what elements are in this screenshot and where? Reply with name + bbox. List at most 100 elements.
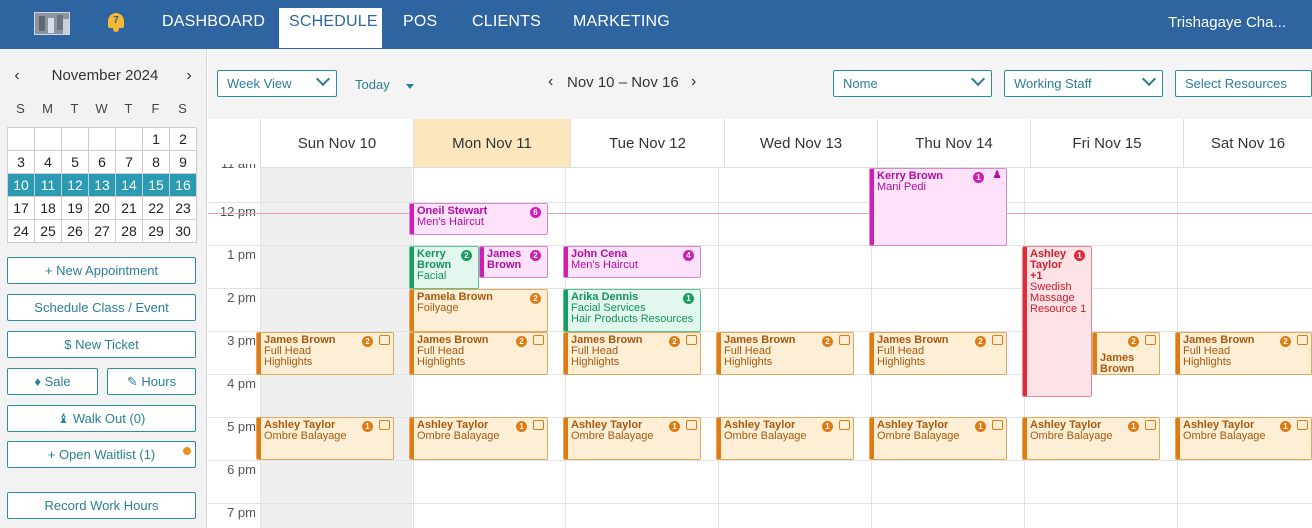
calendar-day[interactable]: 19	[62, 197, 89, 220]
business-logo[interactable]	[34, 12, 70, 35]
calendar-day[interactable]: 16	[170, 174, 197, 197]
appointment-service: Ombre Balayage	[417, 430, 500, 442]
appointment[interactable]: Ashley Taylor Ombre Balayage 1	[716, 417, 854, 460]
appointment[interactable]: Ashley Taylor Ombre Balayage 1	[256, 417, 394, 460]
staff-filter-select[interactable]: Working Staff	[1004, 70, 1163, 97]
calendar-day[interactable]: 26	[62, 220, 89, 243]
appointment[interactable]: Ashley Taylor Ombre Balayage 1	[563, 417, 701, 460]
record-work-hours-button[interactable]: Record Work Hours	[7, 492, 196, 519]
repeat-icon	[686, 420, 697, 430]
appointment[interactable]: Ashley Taylor +1 Swedish Massage Resourc…	[1022, 246, 1092, 397]
next-week-icon[interactable]: ›	[691, 73, 696, 91]
nav-marketing[interactable]: MARKETING	[563, 8, 680, 48]
day-header-fri[interactable]: Fri Nov 15	[1030, 119, 1183, 168]
day-header-sat[interactable]: Sat Nov 16	[1183, 119, 1312, 168]
hours-button[interactable]: ✎ Hours	[107, 368, 196, 395]
calendar-day[interactable]: 12	[62, 174, 89, 197]
appointment-badge: 1	[973, 172, 984, 183]
calendar-day[interactable]: 4	[35, 151, 62, 174]
today-button[interactable]: Today	[355, 77, 390, 92]
calendar-day[interactable]: 24	[8, 220, 35, 243]
appointment-service: Mani Pedi	[877, 181, 926, 193]
calendar-day[interactable]: 18	[35, 197, 62, 220]
filter-select-1[interactable]: Nome	[833, 70, 992, 97]
next-month-icon[interactable]: ›	[181, 67, 197, 85]
sale-button[interactable]: ♦ Sale	[7, 368, 98, 395]
caret-down-icon[interactable]	[406, 84, 414, 89]
notification-bell-icon[interactable]: 7	[106, 11, 126, 33]
appointment[interactable]: James Brown Full Head Highlights 2	[256, 332, 394, 375]
appointment[interactable]: James Brown Full Head Highlights 2	[1175, 332, 1312, 375]
appointment[interactable]: James Brown Full Head Highlights 2	[409, 332, 548, 375]
calendar-day[interactable]: 27	[89, 220, 116, 243]
calendar-day[interactable]: 17	[8, 197, 35, 220]
calendar-day[interactable]: 13	[89, 174, 116, 197]
calendar-day[interactable]: 6	[89, 151, 116, 174]
appointment[interactable]: John Cena Men's Haircut 4	[563, 246, 701, 278]
day-header-wed[interactable]: Wed Nov 13	[724, 119, 877, 168]
nav-pos[interactable]: POS	[393, 8, 447, 48]
calendar-day[interactable]: 3	[8, 151, 35, 174]
walking-person-icon: ♝	[57, 411, 73, 426]
appointment[interactable]: James Brown Full Head Highlights 2	[869, 332, 1007, 375]
nav-clients[interactable]: CLIENTS	[462, 8, 551, 48]
appointment[interactable]: Arika Dennis Facial Services Hair Produc…	[563, 289, 701, 332]
calendar-day[interactable]: 11	[35, 174, 62, 197]
view-select[interactable]: Week View	[217, 70, 337, 97]
appointment[interactable]: Oneil Stewart Men's Haircut 6	[409, 203, 548, 235]
calendar-empty-cell	[116, 128, 143, 151]
hour-line	[208, 503, 1312, 504]
calendar-day[interactable]: 23	[170, 197, 197, 220]
calendar-day[interactable]: 29	[143, 220, 170, 243]
nav-schedule[interactable]: SCHEDULE	[279, 8, 382, 48]
calendar-day[interactable]: 9	[170, 151, 197, 174]
appointment[interactable]: James Brown Full Head Highlights 2	[563, 332, 701, 375]
day-header-thu[interactable]: Thu Nov 14	[877, 119, 1030, 168]
calendar-day[interactable]: 7	[116, 151, 143, 174]
time-label-6pm: 6 pm	[227, 462, 256, 477]
calendar-day[interactable]: 22	[143, 197, 170, 220]
appointment[interactable]: Kerry Brown Facial 2	[409, 246, 479, 289]
appointment[interactable]: Ashley Taylor Ombre Balayage 1	[1175, 417, 1312, 460]
appointment[interactable]: Pamela Brown Foilyage 2	[409, 289, 548, 332]
calendar-day[interactable]: 10	[8, 174, 35, 197]
calendar-day[interactable]: 15	[143, 174, 170, 197]
user-menu[interactable]: Trishagaye Cha...	[1168, 14, 1286, 31]
appointment[interactable]: James Brown Full Head Highlights 2	[716, 332, 854, 375]
calendar-day[interactable]: 14	[116, 174, 143, 197]
resource-select[interactable]: Select Resources	[1175, 70, 1312, 97]
appointment[interactable]: James Brown 2	[479, 246, 548, 278]
calendar-day[interactable]: 1	[143, 128, 170, 151]
chevron-down-icon	[1141, 71, 1157, 87]
repeat-icon	[1297, 420, 1308, 430]
calendar-day[interactable]: 30	[170, 220, 197, 243]
calendar-day[interactable]: 8	[143, 151, 170, 174]
chevron-down-icon	[315, 71, 331, 87]
open-waitlist-button[interactable]: + Open Waitlist (1)	[7, 441, 196, 468]
day-header-sun[interactable]: Sun Nov 10	[260, 119, 413, 168]
appointment[interactable]: Ashley Taylor Ombre Balayage 1	[869, 417, 1007, 460]
day-header-mon[interactable]: Mon Nov 11	[413, 119, 570, 168]
calendar-day[interactable]: 25	[35, 220, 62, 243]
calendar-day[interactable]: 5	[62, 151, 89, 174]
prev-month-icon[interactable]: ‹	[9, 67, 25, 85]
resource-select-value: Select Resources	[1185, 76, 1287, 91]
day-header-tue[interactable]: Tue Nov 12	[570, 119, 724, 168]
appointment-color-bar	[564, 333, 568, 374]
appointment[interactable]: James Brown 2	[1092, 332, 1160, 375]
new-ticket-button[interactable]: $ New Ticket	[7, 331, 196, 358]
calendar-day[interactable]: 21	[116, 197, 143, 220]
schedule-class-button[interactable]: Schedule Class / Event	[7, 294, 196, 321]
walk-out-button[interactable]: ♝ Walk Out (0)	[7, 405, 196, 432]
appointment[interactable]: Kerry Brown Mani Pedi 1 ♟	[869, 168, 1007, 246]
calendar-day[interactable]: 28	[116, 220, 143, 243]
appointment-badge: 1	[975, 421, 986, 432]
nav-dashboard[interactable]: DASHBOARD	[152, 8, 275, 48]
calendar-day[interactable]: 2	[170, 128, 197, 151]
appointment[interactable]: Ashley Taylor Ombre Balayage 1	[1022, 417, 1160, 460]
appointment[interactable]: Ashley Taylor Ombre Balayage 1	[409, 417, 548, 460]
calendar-day[interactable]: 20	[89, 197, 116, 220]
prev-week-icon[interactable]: ‹	[548, 73, 553, 91]
new-appointment-button[interactable]: + New Appointment	[7, 257, 196, 284]
appointment-resource: Hair Products Resources	[571, 313, 694, 325]
